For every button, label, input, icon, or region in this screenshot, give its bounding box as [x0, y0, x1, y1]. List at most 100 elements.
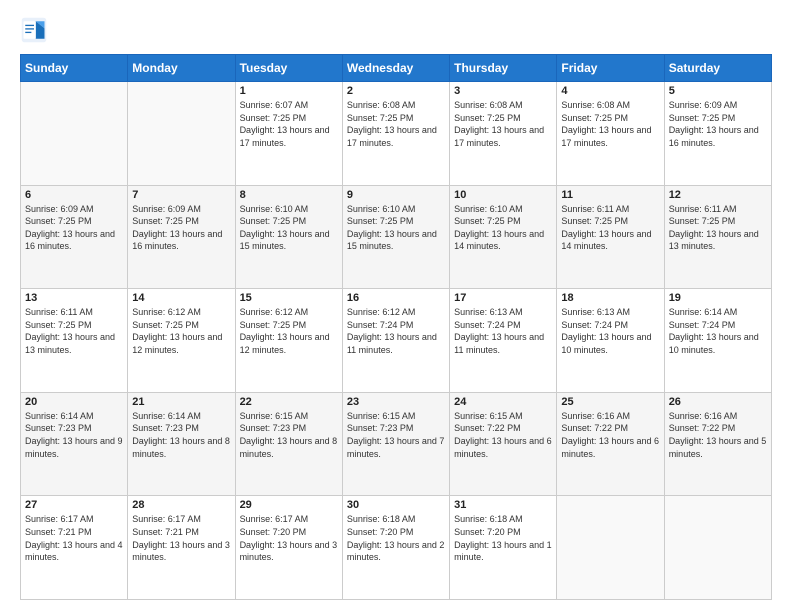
- day-info: Sunrise: 6:12 AM Sunset: 7:24 PM Dayligh…: [347, 306, 445, 356]
- day-number: 22: [240, 396, 338, 408]
- day-info: Sunrise: 6:12 AM Sunset: 7:25 PM Dayligh…: [132, 306, 230, 356]
- weekday-header: Friday: [557, 55, 664, 82]
- calendar-cell: 9 Sunrise: 6:10 AM Sunset: 7:25 PM Daylig…: [342, 185, 449, 289]
- day-number: 31: [454, 499, 552, 511]
- weekday-header: Tuesday: [235, 55, 342, 82]
- day-number: 3: [454, 85, 552, 97]
- logo-icon: [20, 16, 48, 44]
- day-info: Sunrise: 6:09 AM Sunset: 7:25 PM Dayligh…: [669, 99, 767, 149]
- day-number: 4: [561, 85, 659, 97]
- day-info: Sunrise: 6:11 AM Sunset: 7:25 PM Dayligh…: [669, 203, 767, 253]
- calendar-cell: 3 Sunrise: 6:08 AM Sunset: 7:25 PM Daylig…: [450, 82, 557, 186]
- day-info: Sunrise: 6:10 AM Sunset: 7:25 PM Dayligh…: [454, 203, 552, 253]
- weekday-header: Wednesday: [342, 55, 449, 82]
- day-number: 21: [132, 396, 230, 408]
- day-info: Sunrise: 6:15 AM Sunset: 7:23 PM Dayligh…: [347, 410, 445, 460]
- day-info: Sunrise: 6:08 AM Sunset: 7:25 PM Dayligh…: [347, 99, 445, 149]
- day-info: Sunrise: 6:12 AM Sunset: 7:25 PM Dayligh…: [240, 306, 338, 356]
- weekday-header: Monday: [128, 55, 235, 82]
- day-info: Sunrise: 6:13 AM Sunset: 7:24 PM Dayligh…: [454, 306, 552, 356]
- day-number: 20: [25, 396, 123, 408]
- calendar-cell: 4 Sunrise: 6:08 AM Sunset: 7:25 PM Daylig…: [557, 82, 664, 186]
- day-number: 30: [347, 499, 445, 511]
- day-number: 28: [132, 499, 230, 511]
- calendar-cell: 24 Sunrise: 6:15 AM Sunset: 7:22 PM Dayli…: [450, 392, 557, 496]
- calendar-cell: 6Sunrise: 6:09 AM Sunset: 7:25 PM Daylig…: [21, 185, 128, 289]
- calendar-cell: [128, 82, 235, 186]
- calendar-cell: 17 Sunrise: 6:13 AM Sunset: 7:24 PM Dayli…: [450, 289, 557, 393]
- day-info: Sunrise: 6:08 AM Sunset: 7:25 PM Dayligh…: [454, 99, 552, 149]
- day-info: Sunrise: 6:11 AM Sunset: 7:25 PM Dayligh…: [561, 203, 659, 253]
- day-number: 8: [240, 189, 338, 201]
- day-number: 23: [347, 396, 445, 408]
- calendar-cell: [21, 82, 128, 186]
- day-number: 1: [240, 85, 338, 97]
- day-number: 9: [347, 189, 445, 201]
- calendar-cell: 28 Sunrise: 6:17 AM Sunset: 7:21 PM Dayli…: [128, 496, 235, 600]
- calendar-cell: 19 Sunrise: 6:14 AM Sunset: 7:24 PM Dayli…: [664, 289, 771, 393]
- day-number: 18: [561, 292, 659, 304]
- weekday-header: Thursday: [450, 55, 557, 82]
- weekday-header: Saturday: [664, 55, 771, 82]
- calendar-cell: 25 Sunrise: 6:16 AM Sunset: 7:22 PM Dayli…: [557, 392, 664, 496]
- day-info: Sunrise: 6:14 AM Sunset: 7:23 PM Dayligh…: [25, 410, 123, 460]
- day-number: 11: [561, 189, 659, 201]
- calendar-cell: 27 Sunrise: 6:17 AM Sunset: 7:21 PM Dayli…: [21, 496, 128, 600]
- day-info: Sunrise: 6:08 AM Sunset: 7:25 PM Dayligh…: [561, 99, 659, 149]
- day-info: Sunrise: 6:14 AM Sunset: 7:24 PM Dayligh…: [669, 306, 767, 356]
- day-info: Sunrise: 6:09 AM Sunset: 7:25 PM Dayligh…: [132, 203, 230, 253]
- day-info: Sunrise: 6:13 AM Sunset: 7:24 PM Dayligh…: [561, 306, 659, 356]
- day-number: 13: [25, 292, 123, 304]
- day-info: Sunrise: 6:18 AM Sunset: 7:20 PM Dayligh…: [347, 513, 445, 563]
- calendar-cell: 16 Sunrise: 6:12 AM Sunset: 7:24 PM Dayli…: [342, 289, 449, 393]
- calendar-week-row: 6Sunrise: 6:09 AM Sunset: 7:25 PM Daylig…: [21, 185, 772, 289]
- page: SundayMondayTuesdayWednesdayThursdayFrid…: [0, 0, 792, 612]
- day-info: Sunrise: 6:10 AM Sunset: 7:25 PM Dayligh…: [347, 203, 445, 253]
- calendar-cell: 30 Sunrise: 6:18 AM Sunset: 7:20 PM Dayli…: [342, 496, 449, 600]
- calendar-cell: 13 Sunrise: 6:11 AM Sunset: 7:25 PM Dayli…: [21, 289, 128, 393]
- day-number: 24: [454, 396, 552, 408]
- calendar-table: SundayMondayTuesdayWednesdayThursdayFrid…: [20, 54, 772, 600]
- day-number: 14: [132, 292, 230, 304]
- day-number: 15: [240, 292, 338, 304]
- day-info: Sunrise: 6:16 AM Sunset: 7:22 PM Dayligh…: [669, 410, 767, 460]
- calendar-cell: [557, 496, 664, 600]
- calendar-week-row: 1 Sunrise: 6:07 AM Sunset: 7:25 PM Daylig…: [21, 82, 772, 186]
- day-number: 27: [25, 499, 123, 511]
- day-info: Sunrise: 6:17 AM Sunset: 7:20 PM Dayligh…: [240, 513, 338, 563]
- calendar-cell: 29Sunrise: 6:17 AM Sunset: 7:20 PM Dayli…: [235, 496, 342, 600]
- day-number: 17: [454, 292, 552, 304]
- calendar-cell: 23 Sunrise: 6:15 AM Sunset: 7:23 PM Dayli…: [342, 392, 449, 496]
- calendar-week-row: 20 Sunrise: 6:14 AM Sunset: 7:23 PM Dayli…: [21, 392, 772, 496]
- calendar-cell: 8 Sunrise: 6:10 AM Sunset: 7:25 PM Daylig…: [235, 185, 342, 289]
- calendar-cell: 11 Sunrise: 6:11 AM Sunset: 7:25 PM Dayli…: [557, 185, 664, 289]
- calendar-cell: 10 Sunrise: 6:10 AM Sunset: 7:25 PM Dayli…: [450, 185, 557, 289]
- calendar-header-row: SundayMondayTuesdayWednesdayThursdayFrid…: [21, 55, 772, 82]
- calendar-cell: 26 Sunrise: 6:16 AM Sunset: 7:22 PM Dayli…: [664, 392, 771, 496]
- day-info: Sunrise: 6:17 AM Sunset: 7:21 PM Dayligh…: [25, 513, 123, 563]
- day-info: Sunrise: 6:14 AM Sunset: 7:23 PM Dayligh…: [132, 410, 230, 460]
- weekday-header: Sunday: [21, 55, 128, 82]
- day-number: 16: [347, 292, 445, 304]
- calendar-cell: 14 Sunrise: 6:12 AM Sunset: 7:25 PM Dayli…: [128, 289, 235, 393]
- day-number: 19: [669, 292, 767, 304]
- day-info: Sunrise: 6:17 AM Sunset: 7:21 PM Dayligh…: [132, 513, 230, 563]
- day-number: 25: [561, 396, 659, 408]
- calendar-cell: 5Sunrise: 6:09 AM Sunset: 7:25 PM Daylig…: [664, 82, 771, 186]
- day-number: 10: [454, 189, 552, 201]
- logo: [20, 16, 52, 44]
- calendar-cell: 15 Sunrise: 6:12 AM Sunset: 7:25 PM Dayli…: [235, 289, 342, 393]
- calendar-cell: 7Sunrise: 6:09 AM Sunset: 7:25 PM Daylig…: [128, 185, 235, 289]
- day-info: Sunrise: 6:15 AM Sunset: 7:22 PM Dayligh…: [454, 410, 552, 460]
- calendar-cell: 22Sunrise: 6:15 AM Sunset: 7:23 PM Dayli…: [235, 392, 342, 496]
- calendar-cell: [664, 496, 771, 600]
- calendar-cell: 21 Sunrise: 6:14 AM Sunset: 7:23 PM Dayli…: [128, 392, 235, 496]
- day-info: Sunrise: 6:07 AM Sunset: 7:25 PM Dayligh…: [240, 99, 338, 149]
- day-number: 26: [669, 396, 767, 408]
- calendar-cell: 31Sunrise: 6:18 AM Sunset: 7:20 PM Dayli…: [450, 496, 557, 600]
- day-info: Sunrise: 6:10 AM Sunset: 7:25 PM Dayligh…: [240, 203, 338, 253]
- day-info: Sunrise: 6:16 AM Sunset: 7:22 PM Dayligh…: [561, 410, 659, 460]
- day-number: 2: [347, 85, 445, 97]
- day-info: Sunrise: 6:11 AM Sunset: 7:25 PM Dayligh…: [25, 306, 123, 356]
- calendar-cell: 18 Sunrise: 6:13 AM Sunset: 7:24 PM Dayli…: [557, 289, 664, 393]
